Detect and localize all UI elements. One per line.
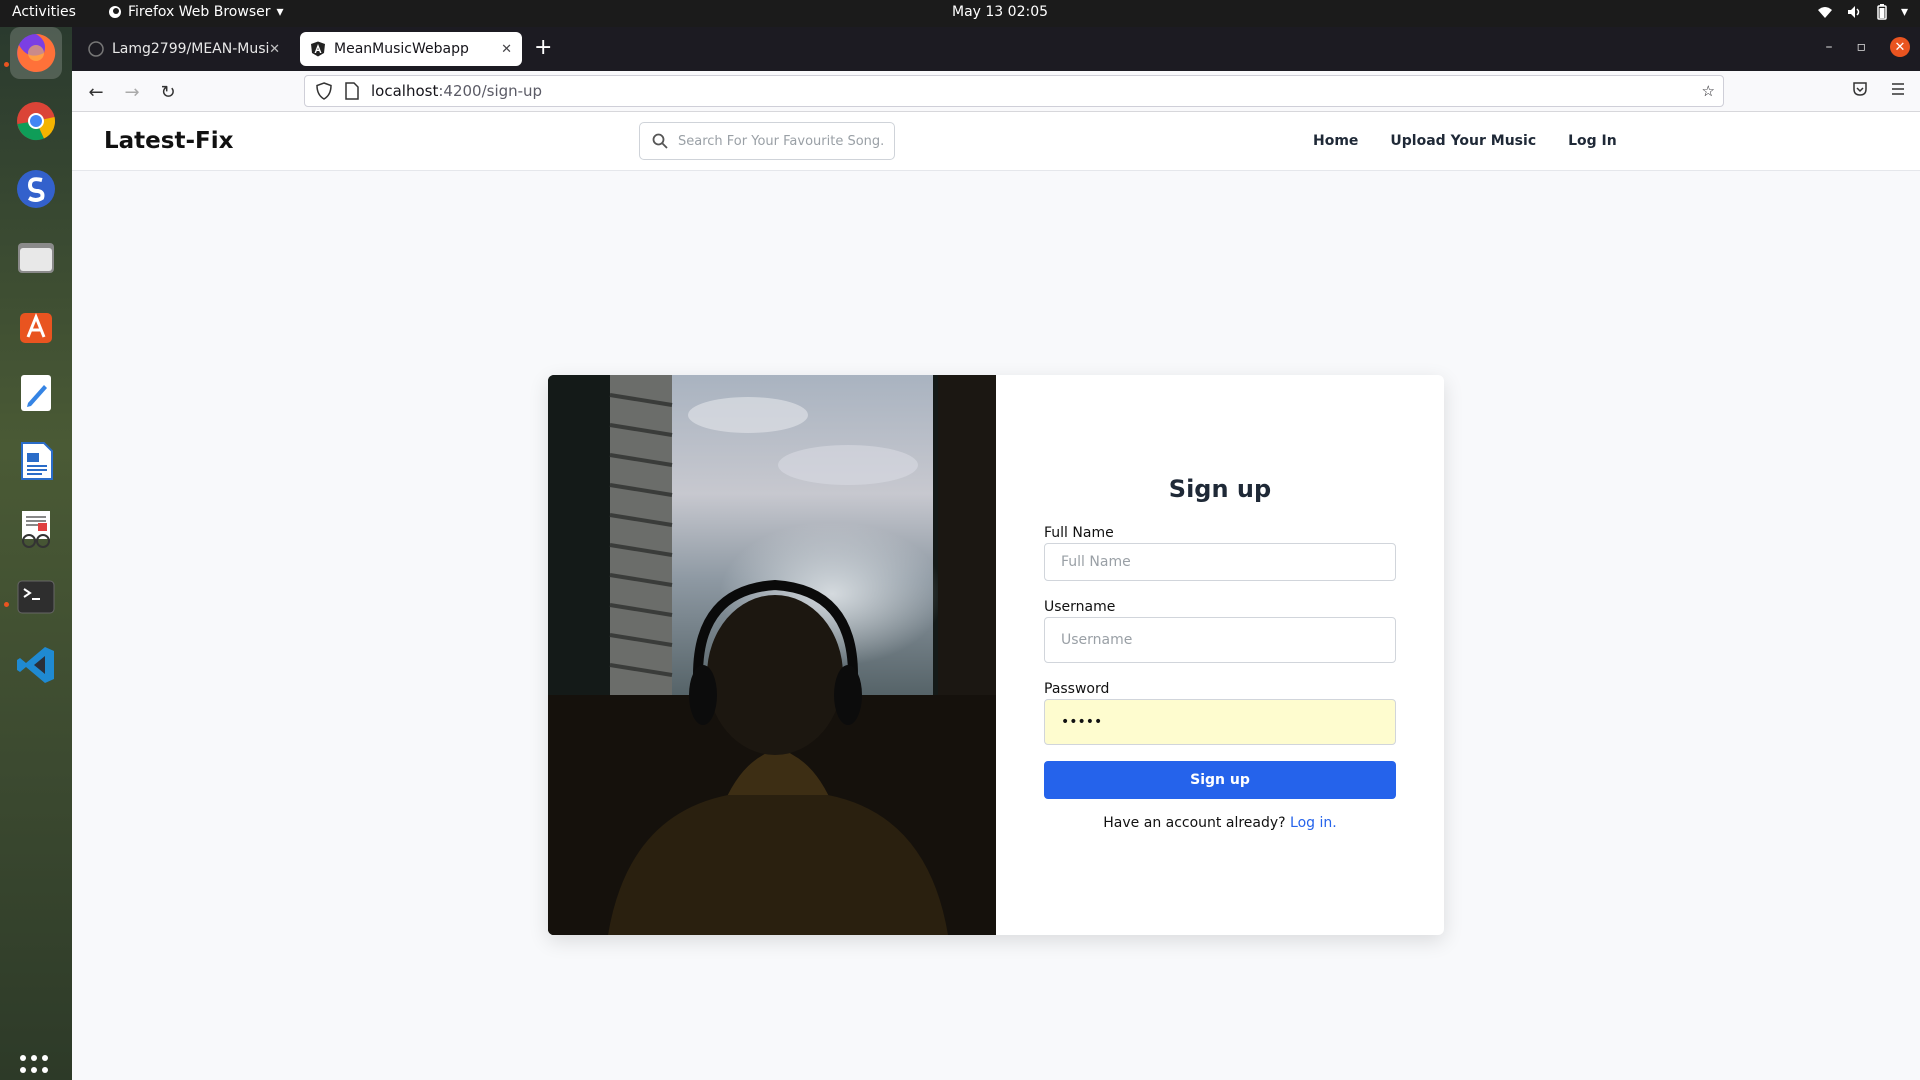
- bookmark-star-icon[interactable]: ☆: [1702, 82, 1715, 100]
- forward-arrow-icon[interactable]: →: [118, 79, 146, 105]
- url-text[interactable]: localhost:4200/sign-up: [371, 82, 542, 100]
- document-viewer-icon[interactable]: [10, 503, 62, 555]
- login-prompt: Have an account already? Log in.: [1044, 815, 1396, 831]
- browser-nav-bar: ← → ↻ localhost:4200/sign-up ☆: [72, 71, 1920, 112]
- vscode-icon[interactable]: [10, 639, 62, 691]
- username-field[interactable]: [1044, 617, 1396, 663]
- nav-log-in[interactable]: Log In: [1568, 133, 1617, 149]
- url-host: localhost: [371, 82, 439, 100]
- simplenote-icon[interactable]: [10, 163, 62, 215]
- chrome-icon[interactable]: [10, 95, 62, 147]
- app-menu[interactable]: Firefox Web Browser ▾: [108, 4, 284, 20]
- username-label: Username: [1044, 599, 1116, 615]
- firefox-icon[interactable]: [10, 27, 62, 79]
- login-link[interactable]: Log in.: [1290, 815, 1337, 831]
- restore-icon[interactable]: ▫: [1857, 39, 1867, 55]
- tab-github[interactable]: Lamg2799/MEAN-Music- ✕: [78, 32, 290, 66]
- close-window-icon[interactable]: ✕: [1890, 37, 1910, 57]
- writer-icon[interactable]: [10, 435, 62, 487]
- search-icon: [652, 133, 668, 149]
- brand-logo[interactable]: Latest-Fix: [104, 128, 233, 154]
- github-icon: [88, 41, 104, 57]
- power-menu-chevron-icon: ▾: [1900, 4, 1908, 20]
- system-top-bar: Activities Firefox Web Browser ▾ May 13 …: [0, 0, 1920, 27]
- app-store-icon[interactable]: [10, 299, 62, 351]
- text-editor-icon[interactable]: [10, 367, 62, 419]
- new-tab-button[interactable]: +: [534, 35, 552, 60]
- search-box[interactable]: [639, 122, 895, 160]
- files-icon[interactable]: [10, 231, 62, 283]
- tab-title: MeanMusicWebapp: [334, 41, 469, 57]
- activities-button[interactable]: Activities: [12, 4, 76, 20]
- app-grid-icon[interactable]: [20, 1055, 52, 1080]
- reload-icon[interactable]: ↻: [154, 79, 182, 105]
- pocket-icon[interactable]: [1852, 81, 1868, 97]
- close-tab-icon[interactable]: ✕: [269, 42, 280, 57]
- volume-icon: [1847, 6, 1860, 18]
- close-tab-icon[interactable]: ✕: [501, 42, 512, 57]
- running-indicator: [4, 602, 9, 607]
- dock: [0, 27, 72, 1080]
- have-account-text: Have an account already?: [1103, 815, 1286, 831]
- wifi-icon: [1817, 7, 1832, 18]
- app-menu-label: Firefox Web Browser: [128, 4, 271, 20]
- clock[interactable]: May 13 02:05: [952, 4, 1048, 20]
- page-info-icon[interactable]: [343, 82, 361, 100]
- tab-title: Lamg2799/MEAN-Music-: [112, 41, 270, 57]
- full-name-label: Full Name: [1044, 525, 1114, 541]
- shield-icon[interactable]: [315, 82, 333, 100]
- minimize-icon[interactable]: –: [1826, 39, 1833, 55]
- toolbar-right: [1852, 81, 1906, 97]
- angular-icon: [311, 41, 325, 57]
- battery-icon: [1877, 4, 1887, 20]
- full-name-field[interactable]: [1044, 543, 1396, 581]
- password-field[interactable]: [1044, 699, 1396, 745]
- url-bar[interactable]: localhost:4200/sign-up ☆: [304, 75, 1724, 107]
- nav-home[interactable]: Home: [1313, 133, 1358, 149]
- running-indicator: [4, 62, 9, 67]
- password-label: Password: [1044, 681, 1110, 697]
- hamburger-menu-icon[interactable]: [1890, 81, 1906, 97]
- tab-meanmusicwebapp[interactable]: MeanMusicWebapp ✕: [300, 32, 522, 66]
- nav-upload-music[interactable]: Upload Your Music: [1390, 133, 1536, 149]
- site-header: Latest-Fix Home Upload Your Music Log In: [72, 112, 1920, 171]
- signup-button[interactable]: Sign up: [1044, 761, 1396, 799]
- browser-tab-bar: Lamg2799/MEAN-Music- ✕ MeanMusicWebapp ✕…: [72, 27, 1920, 71]
- url-path: :4200/sign-up: [438, 82, 543, 100]
- signup-card: Sign up Full Name Username Password Sign…: [548, 375, 1444, 935]
- terminal-icon[interactable]: [10, 571, 62, 623]
- hero-photo: [548, 375, 996, 935]
- back-arrow-icon[interactable]: ←: [82, 79, 110, 105]
- search-input[interactable]: [678, 133, 883, 149]
- site-nav: Home Upload Your Music Log In: [1313, 133, 1617, 149]
- window-controls: – ▫ ✕: [1826, 37, 1910, 57]
- system-tray[interactable]: ▾: [1817, 4, 1908, 20]
- firefox-small-icon: [109, 6, 121, 18]
- signup-title: Sign up: [1168, 475, 1272, 503]
- chevron-down-icon: ▾: [276, 4, 284, 20]
